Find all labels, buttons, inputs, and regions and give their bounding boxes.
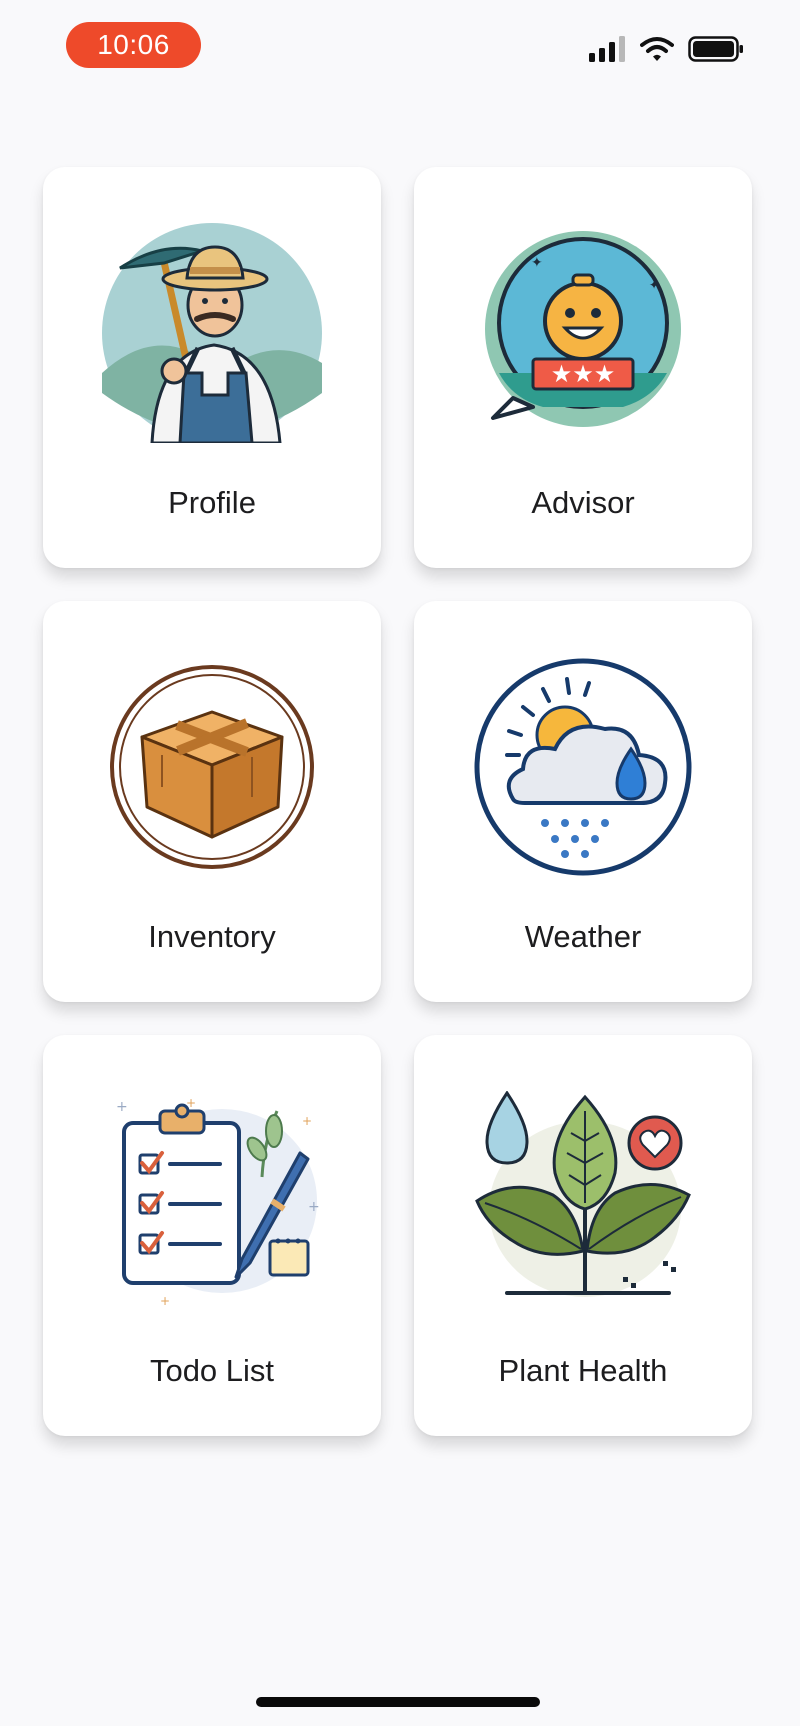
checklist-icon: + + + + + xyxy=(116,1096,320,1308)
profile-label: Profile xyxy=(168,485,256,520)
svg-text:+: + xyxy=(116,1099,128,1115)
status-icons xyxy=(588,36,744,62)
weather-tile[interactable]: Weather xyxy=(414,601,752,1002)
farmer-icon xyxy=(102,223,322,443)
inventory-label: Inventory xyxy=(148,919,276,954)
plant-health-tile[interactable]: Plant Health xyxy=(414,1035,752,1436)
todo-list-label: Todo List xyxy=(149,1353,275,1388)
profile-tile[interactable]: Profile xyxy=(43,167,381,568)
todo-list-tile[interactable]: + + + + + Todo List xyxy=(43,1035,381,1436)
advisor-chat-icon: ★★★ ✦ ✦ xyxy=(485,231,681,427)
wifi-icon xyxy=(640,37,674,61)
weather-icon xyxy=(474,658,692,876)
battery-icon xyxy=(688,36,743,62)
plant-health-label: Plant Health xyxy=(498,1353,668,1388)
weather-label: Weather xyxy=(524,919,642,954)
svg-text:★★★: ★★★ xyxy=(551,360,616,388)
box-icon xyxy=(110,665,314,869)
advisor-tile[interactable]: ★★★ ✦ ✦ Advisor xyxy=(414,167,752,568)
svg-text:+: + xyxy=(186,1096,196,1110)
svg-text:+: + xyxy=(160,1294,170,1308)
svg-text:+: + xyxy=(302,1114,312,1128)
menu-grid: Profile ★★★ ✦ ✦ Advisor Inventory Weathe… xyxy=(43,167,753,1436)
svg-text:+: + xyxy=(308,1199,320,1215)
status-bar: 10:06 xyxy=(0,0,800,96)
status-time: 10:06 xyxy=(66,22,201,68)
svg-text:✦: ✦ xyxy=(649,278,659,292)
advisor-label: Advisor xyxy=(531,485,635,520)
home-indicator[interactable] xyxy=(256,1697,540,1707)
inventory-tile[interactable]: Inventory xyxy=(43,601,381,1002)
plant-health-icon xyxy=(475,1091,691,1297)
svg-text:✦: ✦ xyxy=(531,255,543,271)
signal-icon xyxy=(589,36,625,62)
